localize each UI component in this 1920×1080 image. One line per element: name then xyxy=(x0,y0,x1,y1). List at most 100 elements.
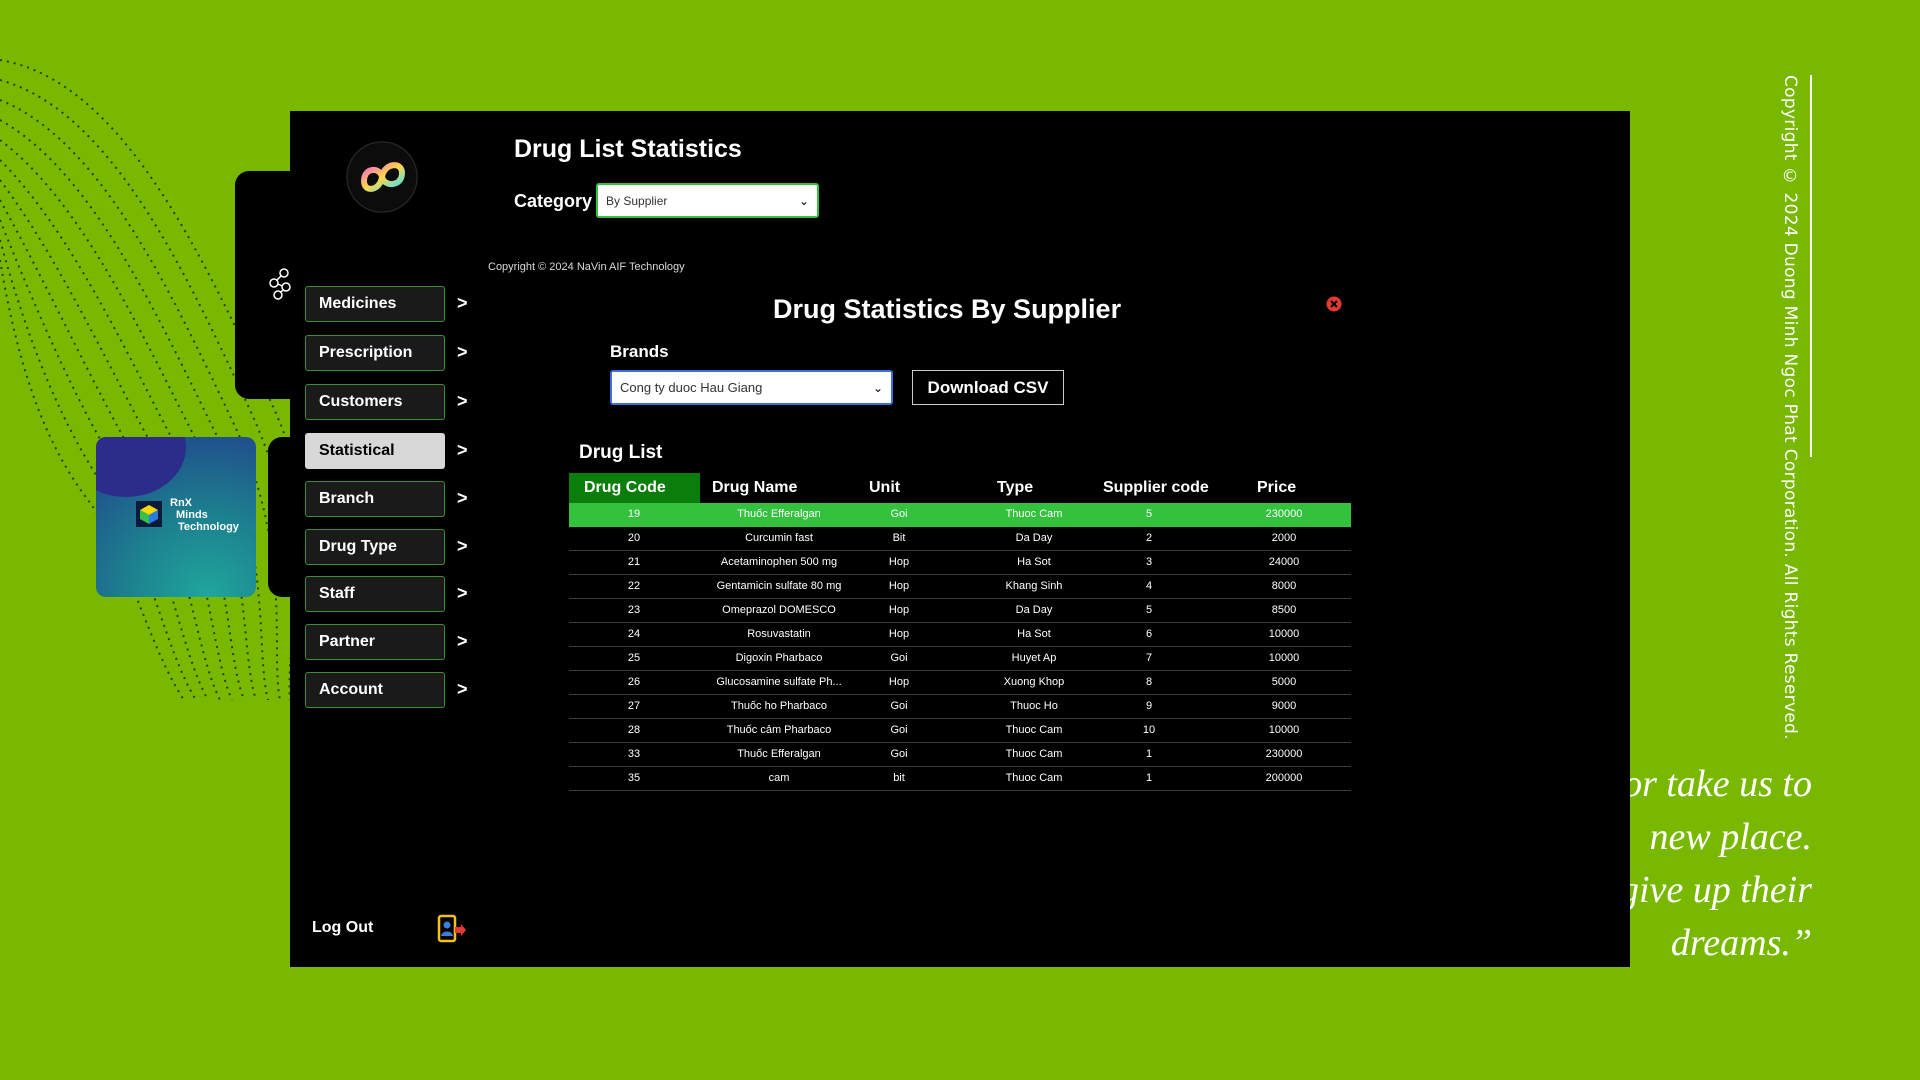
cell-unit: Hop xyxy=(888,628,910,640)
table-row[interactable]: 20 Curcumin fast Bit Da Day 2 2000 xyxy=(569,527,1351,551)
quote-text: or take us to new place. give up their d… xyxy=(1600,758,1812,970)
category-select[interactable]: By Supplier ⌄ xyxy=(596,183,819,218)
nav-item-drug-type[interactable]: Drug Type xyxy=(305,529,445,565)
table-row[interactable]: 23 Omeprazol DOMESCO Hop Da Day 5 8500 xyxy=(569,599,1351,623)
table-row[interactable]: 22 Gentamicin sulfate 80 mg Hop Khang Sinh 4… xyxy=(569,575,1351,599)
col-header-supplier-code[interactable]: Supplier code xyxy=(1103,473,1209,503)
cell-drug-code: 19 xyxy=(627,508,641,520)
quote-line: give up their xyxy=(1619,869,1812,911)
brand-value: Cong ty duoc Hau Giang xyxy=(620,380,763,395)
chevron-down-icon: ⌄ xyxy=(798,193,809,208)
cell-type: Thuoc Cam xyxy=(1005,748,1063,760)
cell-supplier-code: 2 xyxy=(1145,532,1153,544)
nav-arrow: > xyxy=(457,679,468,699)
nav-item-branch[interactable]: Branch xyxy=(305,481,445,517)
table-row[interactable]: 19 Thuốc Efferalgan Goi Thuoc Cam 5 230000 xyxy=(569,503,1351,527)
cell-price: 230000 xyxy=(1265,748,1303,760)
cell-unit: Bit xyxy=(892,532,906,544)
cell-type: Huyet Ap xyxy=(1011,652,1057,664)
cell-price: 24000 xyxy=(1268,556,1300,568)
cell-drug-name: Rosuvastatin xyxy=(747,628,811,640)
cell-price: 8500 xyxy=(1271,604,1297,616)
close-circle-icon[interactable] xyxy=(1326,296,1342,312)
cell-drug-code: 21 xyxy=(627,556,641,568)
cell-drug-code: 28 xyxy=(627,724,641,736)
cell-price: 230000 xyxy=(1265,508,1303,520)
nav-item-prescription[interactable]: Prescription xyxy=(305,335,445,371)
table-header: Drug Code Drug Name Unit Type Supplier c… xyxy=(569,473,1351,503)
nav-item-medicines[interactable]: Medicines xyxy=(305,286,445,322)
cell-price: 5000 xyxy=(1271,676,1297,688)
cell-drug-name: Thuốc cảm Pharbaco xyxy=(726,724,832,736)
quote-line: or take us to xyxy=(1623,763,1812,805)
vertical-copyright: Copyright © 2024 Duong Minh Ngoc Phat Co… xyxy=(1780,75,1800,740)
table-row[interactable]: 24 Rosuvastatin Hop Ha Sot 6 10000 xyxy=(569,623,1351,647)
network-icon[interactable] xyxy=(268,267,294,301)
cell-drug-code: 24 xyxy=(627,628,641,640)
col-header-drug-code[interactable]: Drug Code xyxy=(569,473,700,503)
cell-drug-code: 26 xyxy=(627,676,641,688)
cell-unit: bit xyxy=(893,772,905,784)
cell-price: 200000 xyxy=(1265,772,1303,784)
cell-type: Ha Sot xyxy=(1017,556,1051,568)
copyright-text: Copyright © 2024 NaVin AIF Technology xyxy=(488,261,685,273)
cell-type: Thuoc Cam xyxy=(1005,508,1063,520)
cell-supplier-code: 5 xyxy=(1145,508,1153,520)
cell-type: Ha Sot xyxy=(1017,628,1051,640)
nav-item-account[interactable]: Account xyxy=(305,672,445,708)
category-value: By Supplier xyxy=(606,193,668,208)
table-row[interactable]: 21 Acetaminophen 500 mg Hop Ha Sot 3 24000 xyxy=(569,551,1351,575)
col-header-type[interactable]: Type xyxy=(997,473,1033,503)
nav-arrow: > xyxy=(457,342,468,362)
nav-item-partner[interactable]: Partner xyxy=(305,624,445,660)
cell-price: 8000 xyxy=(1271,580,1297,592)
cell-drug-name: Thuốc Efferalgan xyxy=(737,748,821,760)
cell-unit: Goi xyxy=(890,748,908,760)
cell-unit: Goi xyxy=(890,508,908,520)
card-blob xyxy=(96,437,186,497)
cell-drug-name: Omeprazol DOMESCO xyxy=(722,604,836,616)
rnx-line: Technology xyxy=(178,521,239,533)
cell-type: Thuoc Ho xyxy=(1010,700,1058,712)
cell-unit: Hop xyxy=(888,580,910,592)
cell-unit: Goi xyxy=(890,652,908,664)
nav-item-staff[interactable]: Staff xyxy=(305,576,445,612)
cell-supplier-code: 8 xyxy=(1145,676,1153,688)
brand-select[interactable]: Cong ty duoc Hau Giang ⌄ xyxy=(610,370,893,405)
logout-icon[interactable] xyxy=(436,914,466,944)
cell-type: Thuoc Cam xyxy=(1005,772,1063,784)
table-row[interactable]: 28 Thuốc cảm Pharbaco Goi Thuoc Cam 10 10000 xyxy=(569,719,1351,743)
cube-logo-icon xyxy=(136,501,162,527)
table-row[interactable]: 25 Digoxin Pharbaco Goi Huyet Ap 7 10000 xyxy=(569,647,1351,671)
cell-drug-name: Curcumin fast xyxy=(745,532,813,544)
cell-drug-name: Glucosamine sulfate Ph... xyxy=(716,676,842,688)
col-header-unit[interactable]: Unit xyxy=(869,473,900,503)
cell-type: Xuong Khop xyxy=(1003,676,1065,688)
cell-supplier-code: 1 xyxy=(1145,748,1153,760)
cell-drug-name: Acetaminophen 500 mg xyxy=(720,556,838,568)
table-row[interactable]: 33 Thuốc Efferalgan Goi Thuoc Cam 1 230000 xyxy=(569,743,1351,767)
col-header-drug-name[interactable]: Drug Name xyxy=(712,473,797,503)
col-header-price[interactable]: Price xyxy=(1257,473,1296,503)
cell-supplier-code: 1 xyxy=(1145,772,1153,784)
chevron-down-icon: ⌄ xyxy=(872,380,883,395)
table-row[interactable]: 26 Glucosamine sulfate Ph... Hop Xuong Khop… xyxy=(569,671,1351,695)
cell-drug-code: 33 xyxy=(627,748,641,760)
table-row[interactable]: 27 Thuốc ho Pharbaco Goi Thuoc Ho 9 9000 xyxy=(569,695,1351,719)
nav-item-customers[interactable]: Customers xyxy=(305,384,445,420)
cell-drug-code: 20 xyxy=(627,532,641,544)
cell-drug-name: Gentamicin sulfate 80 mg xyxy=(716,580,842,592)
cell-unit: Hop xyxy=(888,676,910,688)
nav-item-statistical[interactable]: Statistical xyxy=(305,433,445,469)
brands-label: Brands xyxy=(610,342,669,361)
cell-drug-name: Thuốc ho Pharbaco xyxy=(730,700,827,712)
cell-supplier-code: 6 xyxy=(1145,628,1153,640)
nav-arrow: > xyxy=(457,488,468,508)
logout-label[interactable]: Log Out xyxy=(312,919,373,937)
cell-supplier-code: 10 xyxy=(1142,724,1156,736)
table-row[interactable]: 35 cam bit Thuoc Cam 1 200000 xyxy=(569,767,1351,791)
download-csv-button[interactable]: Download CSV xyxy=(912,370,1064,405)
cell-price: 10000 xyxy=(1268,628,1300,640)
cell-type: Thuoc Cam xyxy=(1005,724,1063,736)
quote-line: dreams.” xyxy=(1670,922,1812,964)
